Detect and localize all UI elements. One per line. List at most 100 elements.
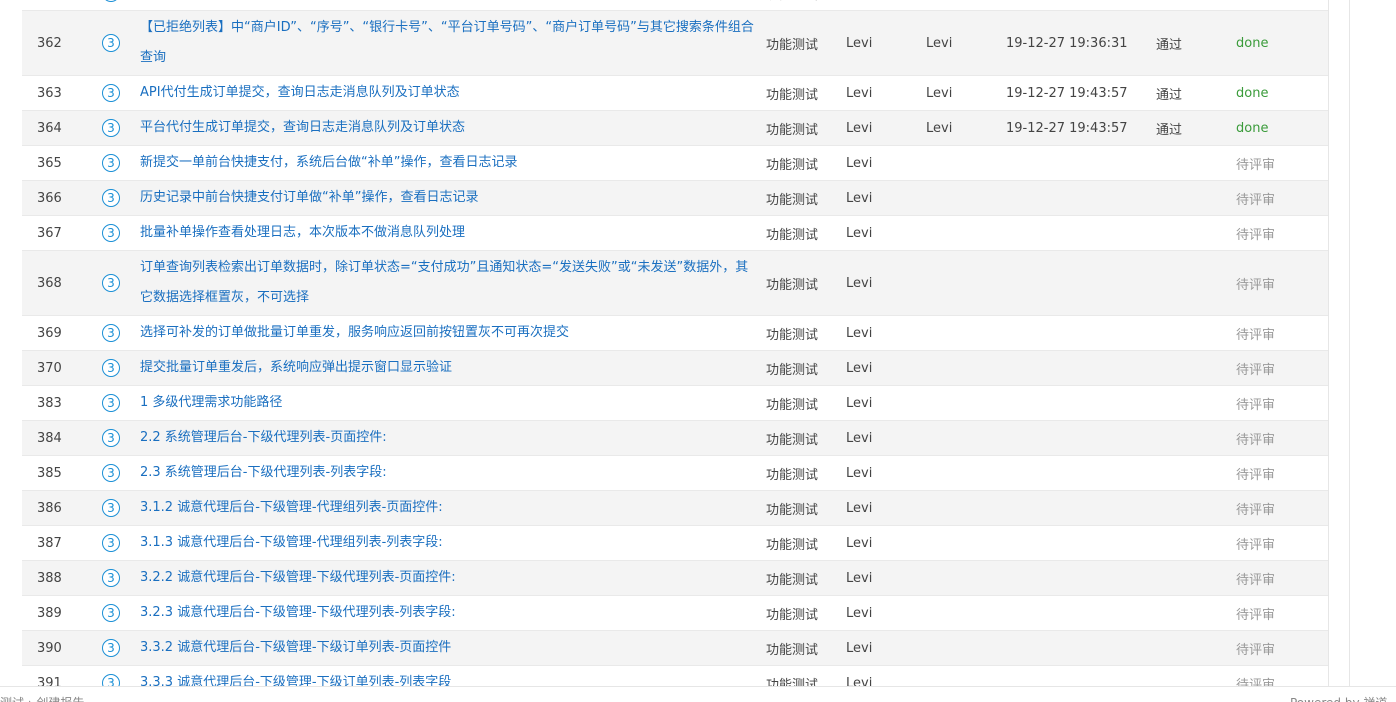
priority-cell: 3 — [98, 596, 124, 630]
case-title-link[interactable]: API代付生成订单提交，查询日志走消息队列及订单状态 — [140, 78, 460, 108]
case-id: 363 — [37, 85, 62, 101]
status-badge: 待评审 — [1236, 362, 1276, 378]
priority-cell: 3 — [98, 421, 124, 455]
case-type: 功能测试 — [766, 467, 819, 483]
title-cell: 订单查询列表检索出订单数据时，除订单状态=“支付成功”且通知状态=“发送失败”或… — [140, 251, 755, 315]
priority-badge: 3 — [102, 119, 120, 137]
table-row[interactable]: 365 3 新提交一单前台快捷支付，系统后台做“补单”操作，查看日志记录 功能测试 Le… — [22, 146, 1328, 181]
review-result: 通过 — [1156, 37, 1183, 53]
priority-cell: 3 — [98, 351, 124, 385]
case-type: 功能测试 — [766, 642, 819, 658]
review-time — [1006, 456, 1146, 490]
priority-badge: 3 — [102, 604, 120, 622]
case-title-link[interactable]: 【已拒绝列表】中“商户ID”、“序号”、“银行卡号”、“平台订单号码”、“商户订… — [140, 13, 755, 73]
title-cell: 平台代付生成订单提交，查询日志走消息队列及订单状态 — [140, 111, 755, 145]
case-title-link[interactable]: 平台代付生成订单提交，查询日志走消息队列及订单状态 — [140, 113, 465, 143]
review-time: 19-12-27 19:36:31 — [1006, 35, 1128, 51]
case-title-link[interactable]: 批量补单操作查看处理日志，本次版本不做消息队列处理 — [140, 218, 465, 248]
title-cell: API代付生成订单提交，查询日志走消息队列及订单状态 — [140, 76, 755, 110]
priority-badge: 3 — [102, 499, 120, 517]
case-type: 功能测试 — [766, 432, 819, 448]
priority-badge: 3 — [102, 84, 120, 102]
table-row[interactable]: 364 3 平台代付生成订单提交，查询日志走消息队列及订单状态 功能测试 Levi Lev… — [22, 111, 1328, 146]
review-time — [1006, 216, 1146, 250]
case-id: 383 — [37, 395, 62, 411]
creator: Levi — [846, 325, 873, 341]
table-row[interactable]: 383 3 1 多级代理需求功能路径 功能测试 Levi 待评审 — [22, 386, 1328, 421]
priority-cell: 3 — [98, 251, 124, 315]
case-title-link[interactable]: 新提交一单前台快捷支付，系统后台做“补单”操作，查看日志记录 — [140, 148, 517, 178]
case-type: 功能测试 — [766, 122, 819, 138]
case-id: 384 — [37, 430, 62, 446]
status-badge: 待评审 — [1236, 537, 1276, 553]
priority-cell: 3 — [98, 216, 124, 250]
case-title-link[interactable]: 【已拒绝列表】中“商户ID”、“序号”、“银行卡号”... — [140, 0, 440, 8]
title-cell: 3.3.2 诚意代理后台-下级管理-下级订单列表-页面控件 — [140, 631, 755, 665]
case-title-link[interactable]: 订单查询列表检索出订单数据时，除订单状态=“支付成功”且通知状态=“发送失败”或… — [140, 253, 755, 313]
case-type: 功能测试 — [766, 502, 819, 518]
table-row[interactable]: 368 3 订单查询列表检索出订单数据时，除订单状态=“支付成功”且通知状态=“发送… — [22, 251, 1328, 316]
case-title-link[interactable]: 3.2.2 诚意代理后台-下级管理-下级代理列表-页面控件: — [140, 563, 456, 593]
case-title-link[interactable]: 选择可补发的订单做批量订单重发，服务响应返回前按钮置灰不可再次提交 — [140, 318, 569, 348]
table-row[interactable]: 386 3 3.1.2 诚意代理后台-下级管理-代理组列表-页面控件: 功能测试 Lev… — [22, 491, 1328, 526]
creator: Levi — [846, 35, 873, 51]
status-badge: 待评审 — [1236, 397, 1276, 413]
priority-cell: 3 — [98, 181, 124, 215]
table-row[interactable]: 367 3 批量补单操作查看处理日志，本次版本不做消息队列处理 功能测试 Levi 待评审 — [22, 216, 1328, 251]
table-row[interactable]: 370 3 提交批量订单重发后，系统响应弹出提示窗口显示验证 功能测试 Levi 待评审 — [22, 351, 1328, 386]
case-type: 功能测试 — [766, 572, 819, 588]
case-title-link[interactable]: 3.1.2 诚意代理后台-下级管理-代理组列表-页面控件: — [140, 493, 443, 523]
table-row[interactable]: 384 3 2.2 系统管理后台-下级代理列表-页面控件: 功能测试 Levi 待评审 — [22, 421, 1328, 456]
case-title-link[interactable]: 历史记录中前台快捷支付订单做“补单”操作，查看日志记录 — [140, 183, 478, 213]
case-id: 364 — [37, 120, 62, 136]
review-time: 19-12-27 19:36:31 — [1006, 0, 1146, 10]
right-panel-edge — [1328, 0, 1350, 686]
status-badge: done — [1236, 85, 1269, 101]
priority-cell: 3 — [98, 526, 124, 560]
case-title-link[interactable]: 1 多级代理需求功能路径 — [140, 388, 282, 418]
case-id: 387 — [37, 535, 62, 551]
priority-badge: 3 — [102, 154, 120, 172]
table-row[interactable]: 369 3 选择可补发的订单做批量订单重发，服务响应返回前按钮置灰不可再次提交 功能测… — [22, 316, 1328, 351]
review-result: 通过 — [1156, 122, 1183, 138]
status-badge: done — [1236, 120, 1269, 136]
reviewer — [926, 316, 986, 350]
reviewer: Levi — [926, 120, 953, 136]
status-badge: 待评审 — [1236, 467, 1276, 483]
review-result — [1156, 316, 1216, 350]
case-title-link[interactable]: 3.3.2 诚意代理后台-下级管理-下级订单列表-页面控件 — [140, 633, 451, 663]
priority-cell: 3 — [98, 146, 124, 180]
priority-badge: 3 — [102, 34, 120, 52]
review-result — [1156, 386, 1216, 420]
testcase-table-body: 361 3 【已拒绝列表】中“商户ID”、“序号”、“银行卡号”... 功能测试 Lev… — [22, 0, 1328, 701]
creator: Levi — [846, 275, 873, 291]
review-result — [1156, 181, 1216, 215]
review-time — [1006, 251, 1146, 315]
creator: Levi — [846, 430, 873, 446]
table-row[interactable]: 388 3 3.2.2 诚意代理后台-下级管理-下级代理列表-页面控件: 功能测试 Le… — [22, 561, 1328, 596]
title-cell: 2.2 系统管理后台-下级代理列表-页面控件: — [140, 421, 755, 455]
case-title-link[interactable]: 2.2 系统管理后台-下级代理列表-页面控件: — [140, 423, 387, 453]
reviewer — [926, 631, 986, 665]
table-row[interactable]: 389 3 3.2.3 诚意代理后台-下级管理-下级代理列表-列表字段: 功能测试 Le… — [22, 596, 1328, 631]
case-title-link[interactable]: 2.3 系统管理后台-下级代理列表-列表字段: — [140, 458, 387, 488]
table-row[interactable]: 387 3 3.1.3 诚意代理后台-下级管理-代理组列表-列表字段: 功能测试 Lev… — [22, 526, 1328, 561]
case-title-link[interactable]: 提交批量订单重发后，系统响应弹出提示窗口显示验证 — [140, 353, 452, 383]
review-time — [1006, 526, 1146, 560]
case-title-link[interactable]: 3.1.3 诚意代理后台-下级管理-代理组列表-列表字段: — [140, 528, 443, 558]
status-badge: 待评审 — [1236, 607, 1276, 623]
case-title-link[interactable]: 3.2.3 诚意代理后台-下级管理-下级代理列表-列表字段: — [140, 598, 456, 628]
breadcrumb[interactable]: 测试 › 创建报告 — [0, 694, 84, 702]
table-row[interactable]: 366 3 历史记录中前台快捷支付订单做“补单”操作，查看日志记录 功能测试 Levi 待… — [22, 181, 1328, 216]
priority-cell: 3 — [98, 631, 124, 665]
table-row[interactable]: 390 3 3.3.2 诚意代理后台-下级管理-下级订单列表-页面控件 功能测试 Lev… — [22, 631, 1328, 666]
review-result — [1156, 216, 1216, 250]
reviewer — [926, 526, 986, 560]
testcase-table: 361 3 【已拒绝列表】中“商户ID”、“序号”、“银行卡号”... 功能测试 Lev… — [22, 0, 1328, 701]
priority-cell: 3 — [98, 76, 124, 110]
table-row[interactable]: 385 3 2.3 系统管理后台-下级代理列表-列表字段: 功能测试 Levi 待评审 — [22, 456, 1328, 491]
table-row[interactable]: 362 3 【已拒绝列表】中“商户ID”、“序号”、“银行卡号”、“平台订单号码”、… — [22, 11, 1328, 76]
table-row[interactable]: 363 3 API代付生成订单提交，查询日志走消息队列及订单状态 功能测试 Levi Le… — [22, 76, 1328, 111]
priority-badge: 3 — [102, 639, 120, 657]
table-row[interactable]: 361 3 【已拒绝列表】中“商户ID”、“序号”、“银行卡号”... 功能测试 Lev… — [22, 0, 1328, 11]
